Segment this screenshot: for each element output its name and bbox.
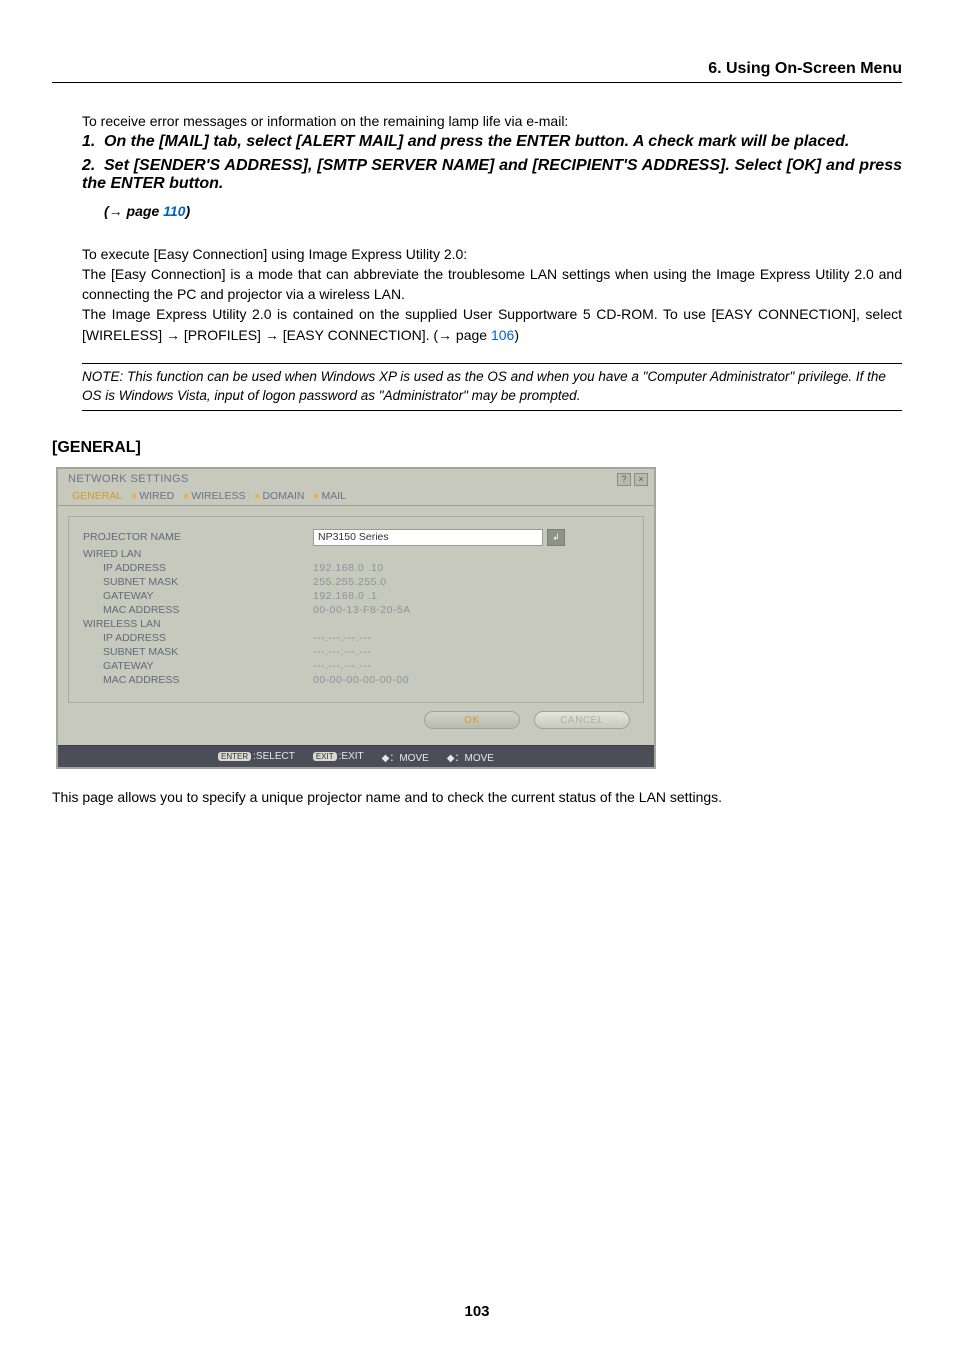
- ok-button[interactable]: OK: [424, 711, 520, 729]
- step-2: 2.Set [SENDER'S ADDRESS], [SMTP SERVER N…: [82, 157, 902, 193]
- dialog-tabs: GENERAL WIRED WIRELESS DOMAIN MAIL: [58, 486, 654, 506]
- wireless-ip-label: IP ADDRESS: [83, 632, 313, 644]
- wireless-gateway-label: GATEWAY: [83, 660, 313, 672]
- page-110-link[interactable]: 110: [163, 203, 185, 219]
- wired-lan-label: WIRED LAN: [83, 548, 313, 560]
- wireless-subnet-label: SUBNET MASK: [83, 646, 313, 658]
- projector-name-label: PROJECTOR NAME: [83, 531, 313, 543]
- wired-subnet-label: SUBNET MASK: [83, 576, 313, 588]
- enter-key-icon: ENTER: [218, 752, 251, 761]
- enter-icon[interactable]: ↲: [547, 529, 565, 546]
- cancel-button[interactable]: CANCEL: [534, 711, 630, 729]
- wireless-lan-label: WIRELESS LAN: [83, 618, 313, 630]
- note-text: NOTE: This function can be used when Win…: [82, 364, 902, 411]
- move-horiz-hint: ◆：MOVE: [447, 749, 494, 764]
- tab-general[interactable]: GENERAL: [68, 488, 128, 505]
- exec-para1: The [Easy Connection] is a mode that can…: [82, 264, 902, 305]
- wired-subnet-value: 255.255.255.0: [313, 576, 387, 588]
- exec-heading: To execute [Easy Connection] using Image…: [82, 244, 902, 264]
- wired-gateway-label: GATEWAY: [83, 590, 313, 602]
- intro-line: To receive error messages or information…: [82, 111, 902, 131]
- tab-wired[interactable]: WIRED: [128, 488, 180, 505]
- close-icon[interactable]: ×: [634, 473, 648, 486]
- section-header: 6. Using On-Screen Menu: [52, 60, 902, 83]
- wireless-subnet-value: ---.---.---.---: [313, 646, 371, 658]
- projector-name-input[interactable]: NP3150 Series: [313, 529, 543, 546]
- wired-ip-value: 192.168.0 .10: [313, 562, 384, 574]
- tab-wireless[interactable]: WIRELESS: [180, 488, 251, 505]
- dialog-title: NETWORK SETTINGS: [68, 473, 189, 485]
- exec-para2: The Image Express Utility 2.0 is contain…: [82, 304, 902, 345]
- wired-ip-label: IP ADDRESS: [83, 562, 313, 574]
- wired-mac-value: 00-00-13-F8-20-5A: [313, 604, 411, 616]
- after-dialog-text: This page allows you to specify a unique…: [52, 787, 902, 807]
- page-ref-prefix: (→ page: [104, 203, 163, 219]
- wired-mac-label: MAC ADDRESS: [83, 604, 313, 616]
- page-number: 103: [0, 1303, 954, 1320]
- wireless-mac-value: 00-00-00-00-00-00: [313, 674, 409, 686]
- wireless-mac-label: MAC ADDRESS: [83, 674, 313, 686]
- exit-key-icon: EXIT: [313, 752, 337, 761]
- page-106-link[interactable]: 106: [491, 327, 514, 343]
- page-ref-suffix: ): [185, 203, 190, 219]
- step-1: 1.On the [MAIL] tab, select [ALERT MAIL]…: [82, 133, 902, 151]
- wireless-gateway-value: ---.---.---.---: [313, 660, 371, 672]
- dialog-footer: ENTER:SELECT EXIT:EXIT ◆：MOVE ◆：MOVE: [58, 745, 654, 767]
- tab-mail[interactable]: MAIL: [310, 488, 352, 505]
- help-icon[interactable]: ?: [617, 473, 631, 486]
- move-vert-hint: ◆：MOVE: [382, 749, 429, 764]
- wired-gateway-value: 192.168.0 .1: [313, 590, 377, 602]
- tab-domain[interactable]: DOMAIN: [251, 488, 310, 505]
- network-settings-dialog: NETWORK SETTINGS ? × GENERAL WIRED WIREL…: [56, 467, 656, 769]
- wireless-ip-value: ---.---.---.---: [313, 632, 371, 644]
- general-heading: [GENERAL]: [52, 439, 902, 457]
